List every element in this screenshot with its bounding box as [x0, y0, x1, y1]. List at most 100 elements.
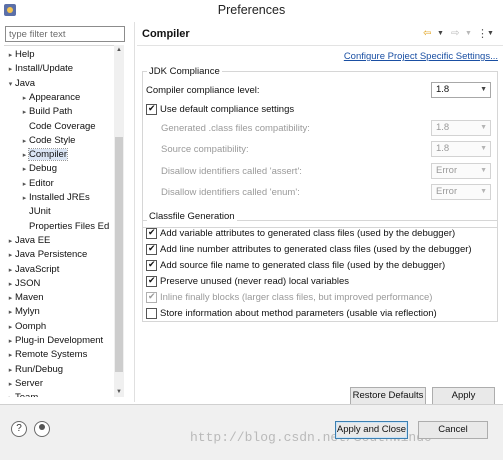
- expanded-arrow-icon[interactable]: ▾: [6, 78, 15, 92]
- tree-item-plug-in-development[interactable]: ▸ Plug-in Development: [6, 334, 103, 348]
- compliance-level-select[interactable]: 1.8 ▼: [431, 82, 491, 98]
- classfile-option-label: Inline finally blocks (larger class file…: [160, 292, 433, 303]
- disallow-enum-value: Error: [436, 186, 458, 197]
- tree-item-team[interactable]: ▸Team: [6, 391, 39, 397]
- tree-item-properties-files-ed[interactable]: Properties Files Ed: [20, 220, 109, 234]
- tree-item-code-style[interactable]: ▸ Code Style: [20, 134, 76, 149]
- collapsed-arrow-icon[interactable]: ▸: [6, 63, 15, 77]
- page-title: Compiler: [142, 28, 190, 40]
- tree-item-installed-jres[interactable]: ▸ Installed JREs: [20, 191, 90, 205]
- apply-button[interactable]: Apply: [432, 387, 495, 405]
- collapsed-arrow-icon[interactable]: ▸: [6, 292, 15, 306]
- use-default-compliance-checkbox[interactable]: [146, 103, 157, 115]
- forward-menu-chevron-icon[interactable]: ▼: [465, 28, 472, 40]
- collapsed-arrow-icon[interactable]: ▸: [6, 306, 15, 320]
- back-arrow-icon[interactable]: ⇦: [423, 28, 431, 40]
- disallow-assert-label: Disallow identifiers called 'assert':: [161, 166, 302, 177]
- tree-item-label: Java: [15, 77, 36, 89]
- tree-item-label: JavaScript: [15, 263, 60, 275]
- scroll-up-arrow-icon[interactable]: ▲: [114, 45, 124, 55]
- tree-item-maven[interactable]: ▸ Maven: [6, 291, 44, 305]
- restore-defaults-button[interactable]: Restore Defaults: [350, 387, 426, 405]
- tree-item-build-path[interactable]: ▸ Build Path: [20, 105, 73, 120]
- collapsed-arrow-icon[interactable]: ▸: [6, 249, 15, 263]
- classfile-option-checkbox[interactable]: [146, 275, 157, 287]
- tree-item-oomph[interactable]: ▸ Oomph: [6, 320, 46, 334]
- tree-item-label: Install/Update: [15, 63, 74, 75]
- tree-item-label: Properties Files Ed: [29, 220, 110, 232]
- tree-item-code-coverage[interactable]: Code Coverage: [20, 120, 96, 134]
- collapsed-arrow-icon[interactable]: ▸: [6, 278, 15, 292]
- help-icon[interactable]: ?: [11, 421, 27, 437]
- collapsed-arrow-icon[interactable]: ▸: [20, 149, 29, 163]
- compliance-level-label: Compiler compliance level:: [146, 85, 260, 96]
- classfile-option-checkbox[interactable]: [146, 308, 157, 319]
- classfile-option-checkbox[interactable]: [146, 243, 157, 255]
- tree-item-appearance[interactable]: ▸ Appearance: [20, 91, 81, 106]
- collapsed-arrow-icon[interactable]: ▸: [6, 264, 15, 278]
- tree-item-label: Editor: [29, 177, 54, 189]
- tree-item-editor[interactable]: ▸ Editor: [20, 177, 54, 191]
- collapsed-arrow-icon[interactable]: ▸: [20, 92, 29, 106]
- chevron-down-icon: ▼: [480, 145, 487, 152]
- preferences-tree: ▸ Help ▸ Install/Update ▾ Java ▸ Appearance ▸ Bui…: [4, 45, 122, 397]
- collapsed-arrow-icon[interactable]: ▸: [6, 235, 15, 249]
- collapsed-arrow-icon[interactable]: ▸: [6, 49, 15, 63]
- use-default-compliance-label: Use default compliance settings: [160, 104, 295, 115]
- tree-item-junit[interactable]: JUnit: [20, 205, 51, 219]
- cancel-button[interactable]: Cancel: [418, 421, 488, 439]
- disallow-enum-select: Error ▼: [431, 184, 491, 200]
- tree-item-label: Team: [15, 392, 38, 397]
- preferences-navigation: ▸Help▸Install/Update▾Java▸Appearance▸Bui…: [0, 22, 130, 398]
- apply-and-close-button[interactable]: Apply and Close: [335, 421, 408, 439]
- forward-arrow-icon[interactable]: ⇨: [451, 28, 459, 40]
- collapsed-arrow-icon[interactable]: ▸: [6, 349, 15, 363]
- collapsed-arrow-icon[interactable]: ▸: [6, 321, 15, 335]
- tree-item-label: Debug: [29, 163, 57, 175]
- tree-item-mylyn[interactable]: ▸ Mylyn: [6, 305, 40, 319]
- filter-input[interactable]: [5, 26, 125, 42]
- configure-project-settings-link[interactable]: Configure Project Specific Settings...: [344, 51, 498, 62]
- tree-item-javascript[interactable]: ▸ JavaScript: [6, 263, 60, 278]
- back-menu-chevron-icon[interactable]: ▼: [437, 28, 444, 40]
- collapsed-arrow-icon[interactable]: ▸: [20, 178, 29, 192]
- tree-item-json[interactable]: ▸ JSON: [6, 277, 41, 292]
- tree-item-label: Appearance: [29, 91, 81, 103]
- collapsed-arrow-icon[interactable]: ▸: [6, 335, 15, 349]
- tree-item-label: Java EE: [15, 234, 51, 246]
- view-menu-chevron-icon[interactable]: ▼: [487, 28, 494, 40]
- tree-item-debug[interactable]: ▸ Debug: [20, 162, 57, 176]
- classfile-option-label: Add variable attributes to generated cla…: [160, 228, 456, 239]
- scroll-thumb[interactable]: [115, 137, 123, 372]
- tree-scrollbar[interactable]: ▲ ▼: [114, 45, 124, 397]
- tree-item-remote-systems[interactable]: ▸ Remote Systems: [6, 348, 88, 363]
- tree-item-label: Maven: [15, 292, 44, 304]
- tree-item-label: Build Path: [29, 106, 73, 118]
- tree-item-install-update[interactable]: ▸ Install/Update: [6, 62, 73, 76]
- tree-item-run-debug[interactable]: ▸ Run/Debug: [6, 363, 63, 377]
- tree-item-compiler[interactable]: ▸ Compiler: [20, 148, 69, 163]
- panel-splitter[interactable]: [134, 22, 135, 402]
- scroll-down-arrow-icon[interactable]: ▼: [114, 387, 124, 397]
- classfile-option-checkbox[interactable]: [146, 259, 157, 271]
- collapsed-arrow-icon[interactable]: ▸: [6, 364, 15, 378]
- tree-item-server[interactable]: ▸ Server: [6, 377, 43, 391]
- title-bar: Preferences: [0, 0, 503, 22]
- tree-item-help[interactable]: ▸ Help: [6, 48, 35, 62]
- collapsed-arrow-icon[interactable]: ▸: [20, 163, 29, 177]
- collapsed-arrow-icon[interactable]: ▸: [6, 392, 15, 397]
- tree-item-label: Mylyn: [15, 306, 40, 318]
- collapsed-arrow-icon[interactable]: ▸: [20, 192, 29, 206]
- tree-item-label: Server: [15, 377, 43, 389]
- tree-item-label: Compiler: [27, 148, 69, 162]
- collapsed-arrow-icon[interactable]: ▸: [6, 378, 15, 392]
- record-macro-icon[interactable]: [34, 421, 50, 437]
- collapsed-arrow-icon[interactable]: ▸: [20, 135, 29, 149]
- collapsed-arrow-icon[interactable]: ▸: [20, 106, 29, 120]
- tree-item-java[interactable]: ▾ Java: [6, 77, 35, 91]
- classfile-option-checkbox[interactable]: [146, 227, 157, 239]
- tree-item-java-ee[interactable]: ▸ Java EE: [6, 234, 51, 249]
- tree-item-java-persistence[interactable]: ▸ Java Persistence: [6, 248, 88, 263]
- dialog-footer: ? http://blog.csdn.net/SouthWind0 Apply …: [0, 405, 503, 460]
- tree-item-label: Code Coverage: [29, 120, 96, 132]
